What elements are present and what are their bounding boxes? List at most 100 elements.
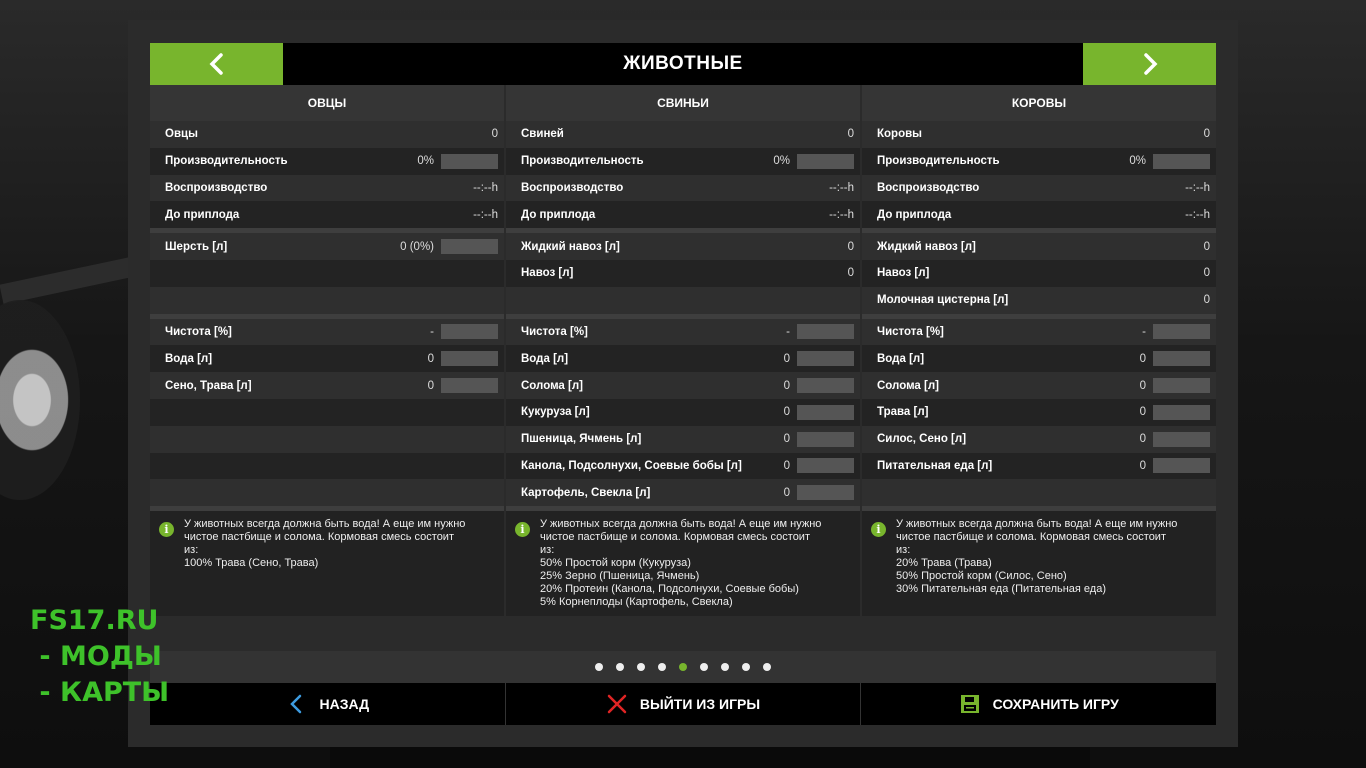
- page-dot[interactable]: [700, 663, 708, 671]
- quit-game-button[interactable]: ВЫЙТИ ИЗ ИГРЫ: [506, 683, 862, 725]
- stat-row: Воспроизводство --:--h: [506, 174, 860, 202]
- stat-value: --:--h: [473, 181, 498, 194]
- stat-label: Жидкий навоз [л]: [521, 240, 620, 253]
- progress-bar: [1153, 351, 1210, 367]
- page-dot[interactable]: [679, 663, 687, 671]
- empty-row: [150, 425, 504, 453]
- stat-label: Навоз [л]: [521, 267, 574, 280]
- chevron-left-icon: [209, 53, 223, 75]
- back-button[interactable]: НАЗАД: [150, 683, 506, 725]
- close-x-icon: [607, 694, 627, 714]
- empty-row: [150, 479, 504, 507]
- stat-row: Шерсть [л] 0 (0%): [150, 233, 504, 260]
- info-icon: i: [871, 522, 886, 537]
- stat-value: 0: [783, 486, 790, 499]
- stat-row: Пшеница, Ячмень [л] 0: [506, 425, 860, 453]
- stat-row: Чистота [%] -: [862, 318, 1216, 346]
- page-title: ЖИВОТНЫЕ: [623, 53, 743, 74]
- stat-label: Чистота [%]: [165, 325, 232, 338]
- stat-label: Вода [л]: [165, 352, 213, 365]
- stat-row: Жидкий навоз [л] 0: [506, 233, 860, 260]
- info-text: У животных всегда должна быть вода! А ещ…: [540, 518, 822, 608]
- stat-label: Воспроизводство: [877, 181, 980, 194]
- stat-value: --:--h: [1185, 181, 1210, 194]
- stat-row: Питательная еда [л] 0: [862, 452, 1216, 480]
- info-icon: i: [515, 522, 530, 537]
- stat-row: До приплода --:--h: [150, 201, 504, 229]
- progress-bar: [441, 324, 498, 340]
- stat-row: Свиней 0: [506, 121, 860, 148]
- stat-row: Сено, Трава [л] 0: [150, 372, 504, 399]
- site-watermark: FS17.RU - МОДЫ - КАРТЫ: [30, 603, 169, 711]
- column-title: КОРОВЫ: [862, 85, 1216, 121]
- progress-bar: [797, 404, 854, 420]
- progress-bar: [1153, 378, 1210, 394]
- stat-label: Картофель, Свекла [л]: [521, 486, 651, 499]
- progress-bar: [797, 458, 854, 474]
- stat-value: 0%: [773, 155, 790, 168]
- stat-row: Чистота [%] -: [150, 318, 504, 346]
- progress-bar: [797, 378, 854, 394]
- stat-value: 0: [1203, 267, 1210, 280]
- progress-bar: [797, 431, 854, 447]
- stat-value: 0: [783, 406, 790, 419]
- page-dot[interactable]: [616, 663, 624, 671]
- progress-bar: [797, 153, 854, 169]
- floppy-disk-icon: [960, 695, 979, 713]
- stat-label: Воспроизводство: [521, 181, 624, 194]
- stat-value: 0: [1139, 459, 1146, 472]
- stat-value: 0: [1139, 433, 1146, 446]
- progress-bar: [1153, 431, 1210, 447]
- back-chevron-icon: [289, 694, 301, 714]
- stat-label: Производительность: [877, 155, 1000, 168]
- stat-row: Коровы 0: [862, 121, 1216, 148]
- page-header: ЖИВОТНЫЕ: [150, 43, 1216, 85]
- background-tractor-wheel: [0, 300, 80, 500]
- empty-row: [506, 286, 860, 314]
- info-box: i У животных всегда должна быть вода! А е…: [506, 512, 860, 609]
- column-title: ОВЦЫ: [150, 85, 504, 121]
- stat-row: Жидкий навоз [л] 0: [862, 233, 1216, 260]
- column-title: СВИНЬИ: [506, 85, 860, 121]
- page-dot[interactable]: [763, 663, 771, 671]
- stat-label: До приплода: [877, 208, 952, 221]
- stat-label: Вода [л]: [521, 352, 569, 365]
- stat-label: Производительность: [165, 155, 288, 168]
- progress-bar: [1153, 404, 1210, 420]
- page-dot[interactable]: [658, 663, 666, 671]
- back-button-label: НАЗАД: [319, 696, 370, 712]
- animal-column: СВИНЬИ Свиней 0 Производительность 0% Воспрои…: [506, 85, 860, 616]
- stat-row: Производительность 0%: [862, 147, 1216, 175]
- watermark-line-2: - МОДЫ: [30, 641, 162, 672]
- previous-page-button[interactable]: [150, 43, 283, 85]
- stat-value: 0: [1139, 406, 1146, 419]
- info-text: У животных всегда должна быть вода! А ещ…: [896, 518, 1178, 595]
- watermark-line-1: FS17.RU: [30, 605, 159, 636]
- stat-value: 0: [427, 352, 434, 365]
- page-dot[interactable]: [637, 663, 645, 671]
- stat-row: Канола, Подсолнухи, Соевые бобы [л] 0: [506, 452, 860, 480]
- page-dot[interactable]: [742, 663, 750, 671]
- empty-row: [862, 479, 1216, 507]
- stat-value: 0: [1203, 294, 1210, 307]
- stat-row: Картофель, Свекла [л] 0: [506, 479, 860, 507]
- stat-value: 0: [1139, 379, 1146, 392]
- page-dot[interactable]: [595, 663, 603, 671]
- stat-value: 0: [847, 267, 854, 280]
- stat-row: Солома [л] 0: [506, 372, 860, 399]
- section-divider: [862, 506, 1216, 512]
- progress-bar: [797, 351, 854, 367]
- stat-label: Свиней: [521, 128, 564, 141]
- next-page-button[interactable]: [1083, 43, 1216, 85]
- page-dot[interactable]: [721, 663, 729, 671]
- stat-row: Овцы 0: [150, 121, 504, 148]
- save-game-button[interactable]: СОХРАНИТЬ ИГРУ: [861, 683, 1216, 725]
- stat-value: 0: [847, 240, 854, 253]
- watermark-line-3: - КАРТЫ: [30, 677, 170, 708]
- empty-row: [150, 259, 504, 287]
- stat-label: Вода [л]: [877, 352, 925, 365]
- stat-row: Навоз [л] 0: [862, 259, 1216, 287]
- background-shadow: [330, 745, 1090, 768]
- progress-bar: [441, 378, 498, 394]
- stat-label: Питательная еда [л]: [877, 459, 993, 472]
